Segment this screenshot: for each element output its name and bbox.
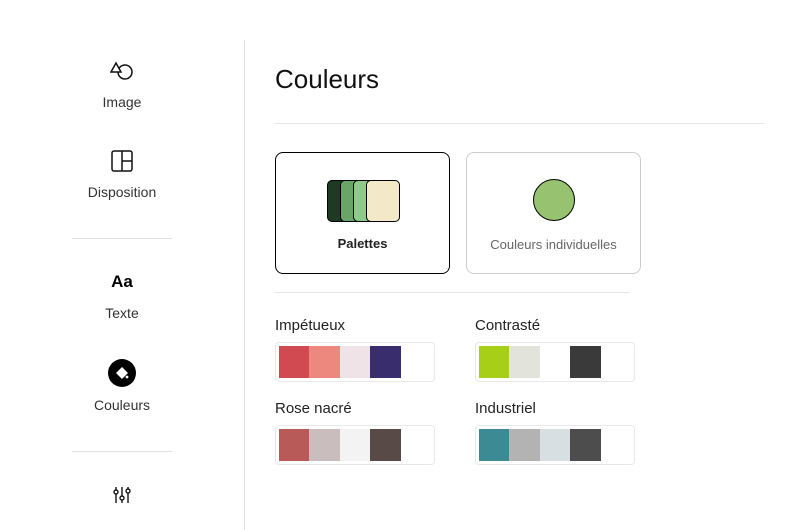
sidebar-divider xyxy=(72,451,172,452)
main-panel: Couleurs Palettes Couleurs individuelles… xyxy=(245,40,794,530)
text-icon: Aa xyxy=(109,269,135,295)
swatch xyxy=(509,429,539,461)
swatch xyxy=(370,346,400,378)
sidebar-item-label: Image xyxy=(103,94,142,110)
divider xyxy=(275,292,630,293)
sliders-icon xyxy=(109,482,135,508)
palette-item[interactable]: Rose nacré xyxy=(275,400,455,465)
palette-name: Industriel xyxy=(475,400,655,417)
swatch xyxy=(540,429,570,461)
sidebar-item-image[interactable]: Image xyxy=(103,58,142,110)
swatch xyxy=(479,429,509,461)
swatch-row xyxy=(275,425,435,465)
swatch-row xyxy=(475,342,635,382)
sidebar: Image Disposition Aa Texte xyxy=(0,40,245,530)
tab-row: Palettes Couleurs individuelles xyxy=(275,152,764,274)
swatch xyxy=(340,429,370,461)
palette-name: Rose nacré xyxy=(275,400,455,417)
divider xyxy=(275,123,764,124)
palette-grid: Impétueux Contrasté Rose nacré Industriel xyxy=(275,317,764,465)
swatch xyxy=(279,346,309,378)
swatch xyxy=(401,346,431,378)
palette-item[interactable]: Industriel xyxy=(475,400,655,465)
sidebar-item-colors[interactable]: Couleurs xyxy=(94,359,150,413)
swatch xyxy=(509,346,539,378)
sidebar-item-layout[interactable]: Disposition xyxy=(88,148,156,200)
palette-name: Contrasté xyxy=(475,317,655,334)
swatch xyxy=(601,346,631,378)
palette-item[interactable]: Impétueux xyxy=(275,317,455,382)
swatch-row xyxy=(475,425,635,465)
sidebar-item-text[interactable]: Aa Texte xyxy=(105,269,138,321)
swatch xyxy=(570,429,600,461)
swatch xyxy=(309,429,339,461)
sidebar-item-settings[interactable] xyxy=(109,482,135,508)
tab-individual-colors[interactable]: Couleurs individuelles xyxy=(466,152,641,274)
swatch xyxy=(479,346,509,378)
swatch xyxy=(401,429,431,461)
swatch xyxy=(540,346,570,378)
swatch xyxy=(340,346,370,378)
tab-label: Palettes xyxy=(338,236,388,251)
tab-palettes[interactable]: Palettes xyxy=(275,152,450,274)
page-title: Couleurs xyxy=(275,64,764,95)
swatch xyxy=(570,346,600,378)
sidebar-item-label: Couleurs xyxy=(94,397,150,413)
sidebar-item-label: Texte xyxy=(105,305,138,321)
swatch xyxy=(370,429,400,461)
swatch-row xyxy=(275,342,435,382)
layout-icon xyxy=(109,148,135,174)
circle-swatch-icon xyxy=(533,179,575,221)
sidebar-divider xyxy=(72,238,172,239)
sidebar-item-label: Disposition xyxy=(88,184,156,200)
palette-name: Impétueux xyxy=(275,317,455,334)
swatch xyxy=(279,429,309,461)
palette-item[interactable]: Contrasté xyxy=(475,317,655,382)
swatch xyxy=(309,346,339,378)
tab-label: Couleurs individuelles xyxy=(490,237,616,252)
swatch xyxy=(601,429,631,461)
palette-stack-icon xyxy=(327,180,399,220)
stack-card xyxy=(366,180,400,222)
paint-bucket-icon xyxy=(108,359,136,387)
image-icon xyxy=(109,58,135,84)
